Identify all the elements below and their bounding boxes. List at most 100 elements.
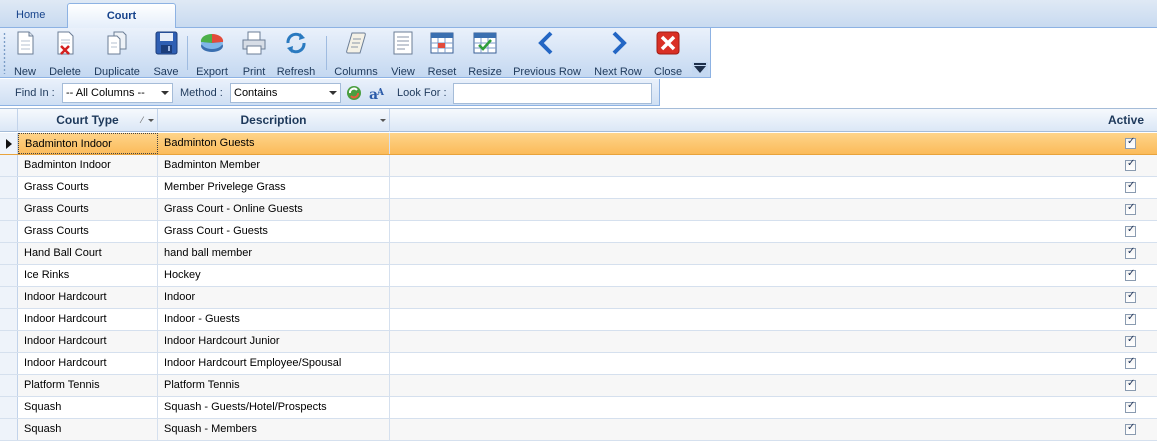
cell-description[interactable]: Badminton Member — [158, 155, 390, 176]
cell-court-type[interactable]: Badminton Indoor — [18, 133, 158, 154]
duplicate-button[interactable]: Duplicate — [92, 31, 142, 78]
active-checkbox[interactable] — [1125, 202, 1136, 215]
active-checkbox[interactable] — [1125, 334, 1136, 347]
filter-dropdown-icon[interactable] — [380, 119, 386, 122]
row-indicator[interactable] — [0, 375, 18, 396]
active-checkbox[interactable] — [1125, 224, 1136, 237]
find-in-select[interactable]: -- All Columns -- — [62, 83, 173, 103]
table-row[interactable]: Platform Tennis Platform Tennis — [0, 375, 1157, 397]
delete-button[interactable]: Delete — [46, 31, 84, 78]
cell-description[interactable]: Platform Tennis — [158, 375, 390, 396]
table-row[interactable]: Indoor Hardcourt Indoor — [0, 287, 1157, 309]
cell-court-type[interactable]: Squash — [18, 419, 158, 440]
row-indicator[interactable] — [0, 243, 18, 264]
cell-description[interactable]: Grass Court - Online Guests — [158, 199, 390, 220]
cell-court-type[interactable]: Indoor Hardcourt — [18, 353, 158, 374]
cell-description[interactable]: Hockey — [158, 265, 390, 286]
toolbar-separator — [187, 36, 188, 70]
row-indicator[interactable] — [0, 397, 18, 418]
table-row[interactable]: Indoor Hardcourt Indoor Hardcourt Junior — [0, 331, 1157, 353]
cell-description[interactable]: Indoor Hardcourt Employee/Spousal — [158, 353, 390, 374]
cell-court-type[interactable]: Badminton Indoor — [18, 155, 158, 176]
cell-description[interactable]: Indoor - Guests — [158, 309, 390, 330]
table-row[interactable]: Indoor Hardcourt Indoor - Guests — [0, 309, 1157, 331]
row-indicator[interactable] — [0, 287, 18, 308]
row-indicator[interactable] — [0, 331, 18, 352]
row-indicator[interactable] — [0, 353, 18, 374]
previous-row-button[interactable]: Previous Row — [513, 31, 581, 78]
toolbar-grip[interactable] — [3, 32, 6, 74]
active-checkbox[interactable] — [1125, 378, 1136, 391]
row-indicator[interactable] — [0, 177, 18, 198]
columns-button[interactable]: Columns — [334, 31, 378, 78]
cell-court-type[interactable]: Grass Courts — [18, 177, 158, 198]
cell-court-type[interactable]: Ice Rinks — [18, 265, 158, 286]
resize-button[interactable]: Resize — [467, 31, 503, 78]
table-row[interactable]: Grass Courts Member Privelege Grass — [0, 177, 1157, 199]
row-indicator[interactable] — [0, 199, 18, 220]
table-row[interactable]: Hand Ball Court hand ball member — [0, 243, 1157, 265]
active-checkbox[interactable] — [1125, 400, 1136, 413]
cell-description[interactable]: Squash - Guests/Hotel/Prospects — [158, 397, 390, 418]
cell-description[interactable]: hand ball member — [158, 243, 390, 264]
table-row[interactable]: Grass Courts Grass Court - Guests — [0, 221, 1157, 243]
table-row[interactable]: Ice Rinks Hockey — [0, 265, 1157, 287]
cell-court-type[interactable]: Indoor Hardcourt — [18, 331, 158, 352]
tab-court-privileges[interactable]: Court Privileges — [67, 3, 176, 46]
court-type-header-label: Court Type — [56, 113, 119, 127]
cell-description[interactable]: Squash - Members — [158, 419, 390, 440]
cell-court-type[interactable]: Squash — [18, 397, 158, 418]
table-row[interactable]: Badminton Indoor Badminton Guests — [0, 133, 1157, 155]
look-for-input[interactable] — [453, 83, 652, 104]
export-button[interactable]: Export — [194, 31, 230, 78]
row-indicator[interactable] — [0, 265, 18, 286]
cell-court-type[interactable]: Indoor Hardcourt — [18, 309, 158, 330]
column-header-active[interactable]: Active — [390, 109, 1157, 132]
active-checkbox[interactable] — [1125, 246, 1136, 259]
cell-court-type[interactable]: Grass Courts — [18, 199, 158, 220]
match-case-icon[interactable]: a A — [368, 84, 386, 102]
filter-dropdown-icon[interactable] — [148, 119, 154, 122]
table-row[interactable]: Indoor Hardcourt Indoor Hardcourt Employe… — [0, 353, 1157, 375]
table-row[interactable]: Squash Squash - Members — [0, 419, 1157, 441]
find-refresh-icon[interactable] — [345, 84, 363, 102]
column-header-court-type[interactable]: Court Type ⁄ — [18, 109, 158, 132]
close-button[interactable]: Close — [654, 31, 682, 78]
cell-description[interactable]: Grass Court - Guests — [158, 221, 390, 242]
row-indicator[interactable] — [0, 419, 18, 440]
cell-court-type[interactable]: Grass Courts — [18, 221, 158, 242]
row-indicator[interactable] — [0, 309, 18, 330]
row-indicator[interactable] — [0, 133, 18, 154]
row-indicator[interactable] — [0, 221, 18, 242]
table-row[interactable]: Grass Courts Grass Court - Online Guests — [0, 199, 1157, 221]
active-checkbox[interactable] — [1125, 290, 1136, 303]
row-indicator[interactable] — [0, 155, 18, 176]
active-checkbox[interactable] — [1125, 158, 1136, 171]
chevron-down-icon — [329, 91, 337, 95]
method-select[interactable]: Contains — [230, 83, 341, 103]
cell-court-type[interactable]: Hand Ball Court — [18, 243, 158, 264]
print-button[interactable]: Print — [240, 31, 268, 78]
cell-description[interactable]: Indoor — [158, 287, 390, 308]
column-header-description[interactable]: Description — [158, 109, 390, 132]
active-checkbox[interactable] — [1125, 136, 1136, 149]
view-button[interactable]: View — [389, 31, 417, 78]
reset-button[interactable]: Reset — [426, 31, 458, 78]
cell-description[interactable]: Indoor Hardcourt Junior — [158, 331, 390, 352]
refresh-button[interactable]: Refresh — [276, 31, 316, 78]
active-checkbox[interactable] — [1125, 422, 1136, 435]
tab-home[interactable]: Home — [4, 3, 57, 29]
next-row-button[interactable]: Next Row — [593, 31, 643, 78]
cell-court-type[interactable]: Indoor Hardcourt — [18, 287, 158, 308]
table-row[interactable]: Badminton Indoor Badminton Member — [0, 155, 1157, 177]
cell-description[interactable]: Member Privelege Grass — [158, 177, 390, 198]
active-checkbox[interactable] — [1125, 180, 1136, 193]
save-button[interactable]: Save — [152, 31, 180, 78]
active-checkbox[interactable] — [1125, 312, 1136, 325]
new-button[interactable]: New — [12, 31, 38, 78]
cell-court-type[interactable]: Platform Tennis — [18, 375, 158, 396]
active-checkbox[interactable] — [1125, 356, 1136, 369]
cell-description[interactable]: Badminton Guests — [158, 133, 390, 154]
active-checkbox[interactable] — [1125, 268, 1136, 281]
table-row[interactable]: Squash Squash - Guests/Hotel/Prospects — [0, 397, 1157, 419]
